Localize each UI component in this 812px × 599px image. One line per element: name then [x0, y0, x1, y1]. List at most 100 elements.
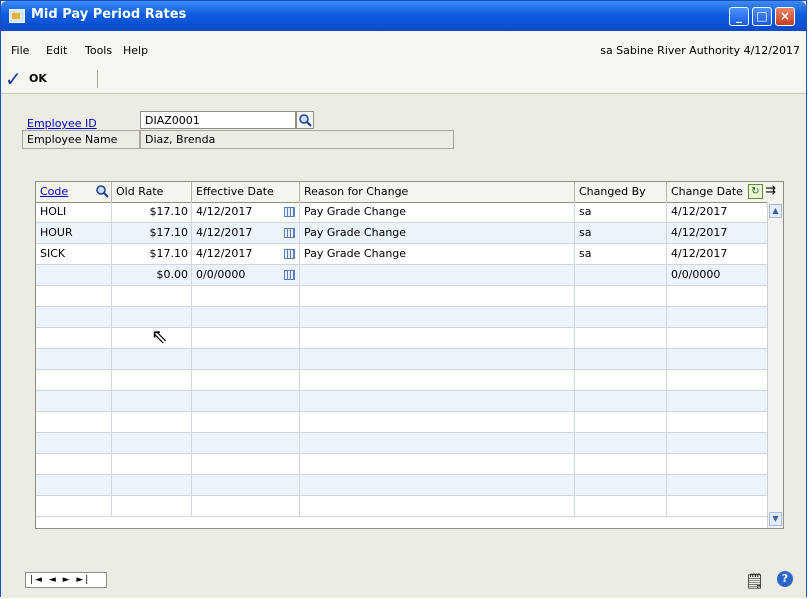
cell-old-rate[interactable] — [112, 391, 192, 411]
cell-code[interactable] — [36, 454, 112, 474]
cell-change-date[interactable] — [667, 412, 767, 432]
employee-id-label[interactable]: Employee ID — [27, 117, 97, 130]
cell-effective-date[interactable] — [192, 454, 300, 474]
cell-code[interactable]: HOUR — [36, 223, 112, 243]
cell-change-date[interactable] — [667, 370, 767, 390]
cell-old-rate[interactable] — [112, 286, 192, 306]
cell-effective-date[interactable] — [192, 475, 300, 495]
cell-effective-date[interactable] — [192, 412, 300, 432]
cell-reason-for-change[interactable] — [300, 475, 575, 495]
cell-code[interactable] — [36, 391, 112, 411]
cell-code[interactable] — [36, 412, 112, 432]
cell-reason-for-change[interactable] — [300, 349, 575, 369]
cell-code[interactable] — [36, 307, 112, 327]
cell-change-date[interactable] — [667, 454, 767, 474]
cell-changed-by[interactable] — [575, 265, 667, 285]
maximize-icon[interactable]: □ — [752, 7, 772, 26]
cell-code[interactable] — [36, 433, 112, 453]
ok-button[interactable]: ✓ OK — [5, 67, 97, 93]
cell-reason-for-change[interactable] — [300, 496, 575, 516]
cell-change-date[interactable] — [667, 496, 767, 516]
cell-old-rate[interactable] — [112, 349, 192, 369]
cell-changed-by[interactable] — [575, 475, 667, 495]
cell-changed-by[interactable]: sa — [575, 244, 667, 264]
cell-code[interactable] — [36, 349, 112, 369]
scroll-down-icon[interactable]: ▼ — [769, 512, 782, 526]
cell-changed-by[interactable] — [575, 286, 667, 306]
table-row[interactable] — [36, 307, 767, 328]
cell-effective-date[interactable] — [192, 391, 300, 411]
table-row[interactable] — [36, 496, 767, 517]
cell-reason-for-change[interactable] — [300, 328, 575, 348]
table-row[interactable] — [36, 454, 767, 475]
cell-old-rate[interactable]: $17.10 — [112, 223, 192, 243]
cell-change-date[interactable]: 4/12/2017 — [667, 223, 767, 243]
cell-changed-by[interactable] — [575, 454, 667, 474]
help-icon[interactable]: ? — [777, 571, 793, 587]
cell-old-rate[interactable] — [112, 454, 192, 474]
cell-effective-date[interactable] — [192, 349, 300, 369]
cell-effective-date[interactable] — [192, 307, 300, 327]
cell-effective-date[interactable] — [192, 433, 300, 453]
cell-change-date[interactable]: 4/12/2017 — [667, 244, 767, 264]
table-row[interactable] — [36, 412, 767, 433]
cell-old-rate[interactable]: $17.10 — [112, 244, 192, 264]
cell-reason-for-change[interactable]: Pay Grade Change — [300, 223, 575, 243]
cell-effective-date[interactable] — [192, 496, 300, 516]
cell-old-rate[interactable] — [112, 475, 192, 495]
cell-code[interactable] — [36, 475, 112, 495]
cell-reason-for-change[interactable]: Pay Grade Change — [300, 244, 575, 264]
cell-changed-by[interactable] — [575, 307, 667, 327]
cell-reason-for-change[interactable] — [300, 370, 575, 390]
cell-reason-for-change[interactable] — [300, 412, 575, 432]
table-row[interactable] — [36, 286, 767, 307]
calendar-icon[interactable] — [284, 228, 295, 238]
menu-tools[interactable]: Tools — [85, 44, 112, 57]
cell-changed-by[interactable] — [575, 370, 667, 390]
header-code-label[interactable]: Code — [40, 185, 68, 198]
employee-id-input[interactable]: DIAZ0001 — [140, 111, 296, 129]
cell-reason-for-change[interactable] — [300, 307, 575, 327]
cell-reason-for-change[interactable] — [300, 433, 575, 453]
cell-old-rate[interactable]: $0.00 — [112, 265, 192, 285]
cell-changed-by[interactable] — [575, 349, 667, 369]
cell-effective-date[interactable]: 0/0/0000 — [192, 265, 300, 285]
cell-changed-by[interactable] — [575, 412, 667, 432]
cell-effective-date[interactable]: 4/12/2017 — [192, 202, 300, 222]
cell-code[interactable] — [36, 265, 112, 285]
cell-effective-date[interactable] — [192, 286, 300, 306]
cell-changed-by[interactable]: sa — [575, 223, 667, 243]
grid-scrollbar[interactable]: ▲ ▼ — [767, 202, 783, 528]
calendar-icon[interactable] — [284, 270, 295, 280]
cell-code[interactable] — [36, 370, 112, 390]
cell-change-date[interactable] — [667, 349, 767, 369]
refresh-icon[interactable]: ↻ — [748, 184, 763, 199]
cell-change-date[interactable] — [667, 307, 767, 327]
menu-file[interactable]: File — [11, 44, 29, 57]
cell-change-date[interactable] — [667, 475, 767, 495]
table-row[interactable] — [36, 328, 767, 349]
cell-change-date[interactable]: 0/0/0000 — [667, 265, 767, 285]
cell-changed-by[interactable]: sa — [575, 202, 667, 222]
cell-change-date[interactable]: 4/12/2017 — [667, 202, 767, 222]
cell-reason-for-change[interactable] — [300, 391, 575, 411]
calendar-icon[interactable] — [284, 207, 295, 217]
cell-code[interactable]: SICK — [36, 244, 112, 264]
table-row[interactable] — [36, 370, 767, 391]
note-icon[interactable]: 🗒 — [745, 572, 764, 590]
cell-code[interactable]: HOLI — [36, 202, 112, 222]
cell-changed-by[interactable] — [575, 328, 667, 348]
cell-reason-for-change[interactable] — [300, 454, 575, 474]
table-row[interactable]: HOLI $17.10 4/12/2017 Pay Grade Change sa 4/1… — [36, 202, 767, 223]
magnifier-icon[interactable] — [94, 182, 112, 202]
cell-change-date[interactable] — [667, 391, 767, 411]
cell-reason-for-change[interactable]: Pay Grade Change — [300, 202, 575, 222]
cell-change-date[interactable] — [667, 433, 767, 453]
menu-help[interactable]: Help — [123, 44, 148, 57]
cell-code[interactable] — [36, 328, 112, 348]
cell-effective-date[interactable]: 4/12/2017 — [192, 244, 300, 264]
scroll-up-icon[interactable]: ▲ — [769, 204, 782, 218]
minimize-icon[interactable]: _ — [729, 7, 749, 26]
close-icon[interactable]: × — [775, 7, 795, 26]
cell-changed-by[interactable] — [575, 433, 667, 453]
